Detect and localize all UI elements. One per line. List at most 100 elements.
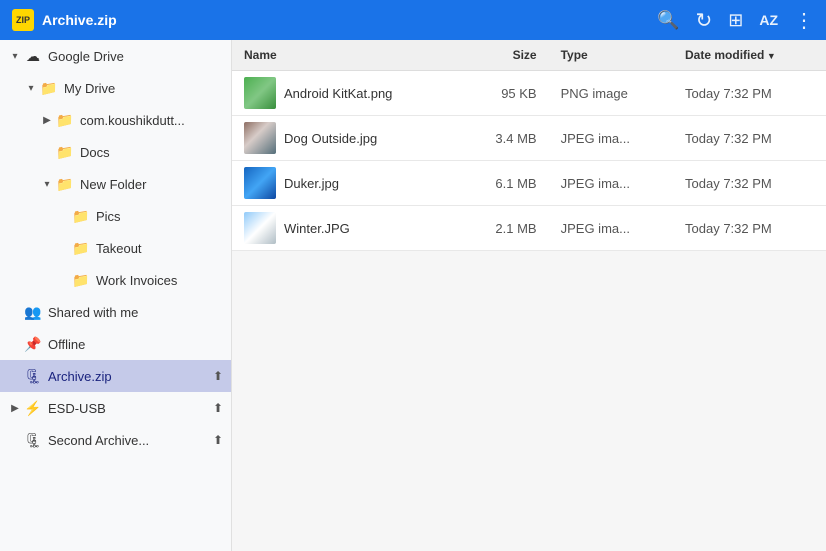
toggle-docs[interactable] [40,144,54,160]
file-type-winter: JPEG ima... [549,206,673,251]
content-area: Name Size Type Date modified Android Kit… [232,40,826,551]
toggle-archive-zip[interactable] [8,368,22,384]
file-date-dog-outside: Today 7:32 PM [673,116,826,161]
file-thumbnail-duker [244,167,276,199]
icon-archive-zip: 🗜 [24,367,42,385]
file-type-android-kitkat: PNG image [549,71,673,116]
toggle-pics[interactable] [56,208,70,224]
sidebar-item-pics[interactable]: 📁 Pics [0,200,231,232]
table-row[interactable]: Duker.jpg 6.1 MBJPEG ima...Today 7:32 PM [232,161,826,206]
sidebar-item-takeout[interactable]: 📁 Takeout [0,232,231,264]
file-name-cell-android-kitkat: Android KitKat.png [244,77,450,109]
toggle-google-drive[interactable]: ▾ [8,48,22,64]
sidebar-item-new-folder[interactable]: ▾📁 New Folder [0,168,231,200]
label-takeout: Takeout [96,241,223,256]
icon-esd-usb: ⚡ [24,399,42,417]
sidebar: ▾☁Google Drive▾📁My Drive▶📁com.koushikdut… [0,40,232,551]
table-header: Name Size Type Date modified [232,40,826,71]
file-name-dog-outside: Dog Outside.jpg [284,131,377,146]
label-work-invoices: Work Invoices [96,273,223,288]
icon-shared-with-me: 👥 [24,303,42,321]
file-type-dog-outside: JPEG ima... [549,116,673,161]
file-size-duker: 6.1 MB [462,161,549,206]
file-name-cell-dog-outside: Dog Outside.jpg [244,122,450,154]
toggle-my-drive[interactable]: ▾ [24,80,38,96]
file-size-winter: 2.1 MB [462,206,549,251]
toggle-takeout[interactable] [56,240,70,256]
label-google-drive: Google Drive [48,49,223,64]
app-icon: ZIP [12,9,34,31]
file-name-duker: Duker.jpg [284,176,339,191]
table-row[interactable]: Android KitKat.png 95 KBPNG imageToday 7:… [232,71,826,116]
file-thumbnail-winter [244,212,276,244]
toggle-com-koushikdutt[interactable]: ▶ [40,112,54,128]
titlebar-title: Archive.zip [42,12,117,28]
sort-icon[interactable]: AZ [759,12,778,28]
toggle-second-archive[interactable] [8,432,22,448]
titlebar-left: ZIP Archive.zip [12,9,117,31]
file-date-winter: Today 7:32 PM [673,206,826,251]
search-icon[interactable]: 🔍 [657,10,679,31]
label-esd-usb: ESD-USB [48,401,213,416]
toggle-esd-usb[interactable]: ▶ [8,400,22,416]
file-size-android-kitkat: 95 KB [462,71,549,116]
label-second-archive: Second Archive... [48,433,213,448]
titlebar-actions: 🔍 ↻ ⊞ AZ ⋮ [657,8,814,33]
table-row[interactable]: Dog Outside.jpg 3.4 MBJPEG ima...Today 7:… [232,116,826,161]
sidebar-item-work-invoices[interactable]: 📁 Work Invoices [0,264,231,296]
icon-docs: 📁 [56,143,74,161]
col-size: Size [462,40,549,71]
icon-takeout: 📁 [72,239,90,257]
icon-com-koushikdutt: 📁 [56,111,74,129]
eject-icon-second-archive[interactable]: ⬆ [213,433,223,447]
icon-my-drive: 📁 [40,79,58,97]
sidebar-item-esd-usb[interactable]: ▶⚡ ESD-USB⬆ [0,392,231,424]
sidebar-item-docs[interactable]: 📁 Docs [0,136,231,168]
toggle-shared-with-me[interactable] [8,304,22,320]
sidebar-item-offline[interactable]: 📌Offline [0,328,231,360]
icon-new-folder: 📁 [56,175,74,193]
eject-icon-archive-zip[interactable]: ⬆ [213,369,223,383]
toggle-work-invoices[interactable] [56,272,70,288]
table-row[interactable]: Winter.JPG 2.1 MBJPEG ima...Today 7:32 PM [232,206,826,251]
col-name: Name [232,40,462,71]
file-name-winter: Winter.JPG [284,221,350,236]
col-type: Type [549,40,673,71]
file-table: Name Size Type Date modified Android Kit… [232,40,826,551]
file-name-cell-winter: Winter.JPG [244,212,450,244]
file-date-android-kitkat: Today 7:32 PM [673,71,826,116]
file-name-cell-duker: Duker.jpg [244,167,450,199]
sidebar-item-shared-with-me[interactable]: 👥Shared with me [0,296,231,328]
files-list: Name Size Type Date modified Android Kit… [232,40,826,251]
col-date[interactable]: Date modified [673,40,826,71]
icon-second-archive: 🗜 [24,431,42,449]
file-thumbnail-android-kitkat [244,77,276,109]
refresh-icon[interactable]: ↻ [695,8,712,33]
sidebar-item-archive-zip[interactable]: 🗜 Archive.zip⬆ [0,360,231,392]
sidebar-item-my-drive[interactable]: ▾📁 My Drive [0,72,231,104]
label-pics: Pics [96,209,223,224]
label-archive-zip: Archive.zip [48,369,213,384]
main-layout: ▾☁Google Drive▾📁My Drive▶📁com.koushikdut… [0,40,826,551]
icon-pics: 📁 [72,207,90,225]
icon-work-invoices: 📁 [72,271,90,289]
file-size-dog-outside: 3.4 MB [462,116,549,161]
file-date-duker: Today 7:32 PM [673,161,826,206]
sidebar-item-google-drive[interactable]: ▾☁ Google Drive [0,40,231,72]
label-offline: Offline [48,337,223,352]
toggle-offline[interactable] [8,336,22,352]
icon-google-drive: ☁ [24,47,42,65]
label-my-drive: My Drive [64,81,223,96]
toggle-new-folder[interactable]: ▾ [40,176,54,192]
file-thumbnail-dog-outside [244,122,276,154]
sidebar-item-com-koushikdutt[interactable]: ▶📁 com.koushikdutt... [0,104,231,136]
grid-view-icon[interactable]: ⊞ [728,10,743,31]
eject-icon-esd-usb[interactable]: ⬆ [213,401,223,415]
file-name-android-kitkat: Android KitKat.png [284,86,392,101]
label-com-koushikdutt: com.koushikdutt... [80,113,223,128]
label-docs: Docs [80,145,223,160]
label-new-folder: New Folder [80,177,223,192]
overflow-menu-icon[interactable]: ⋮ [794,8,814,33]
file-type-duker: JPEG ima... [549,161,673,206]
sidebar-item-second-archive[interactable]: 🗜 Second Archive...⬆ [0,424,231,456]
